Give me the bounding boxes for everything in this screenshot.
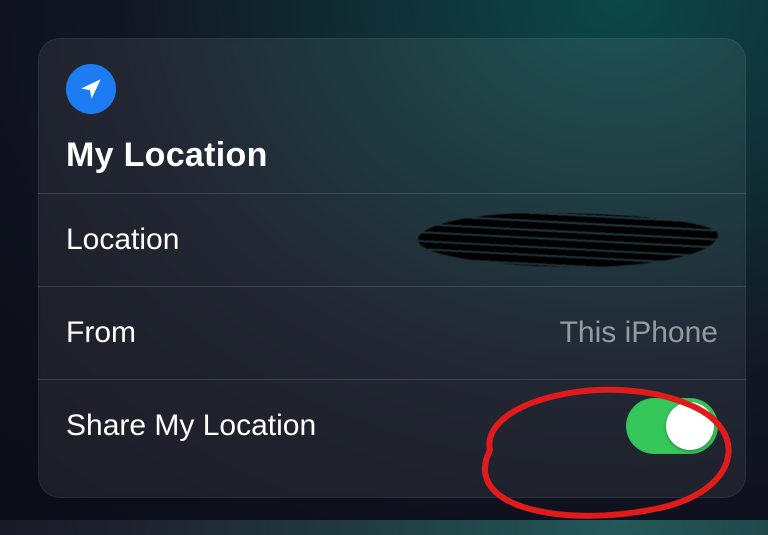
from-label: From <box>66 316 136 350</box>
location-label: Location <box>66 223 179 257</box>
location-value-redacted <box>418 213 718 267</box>
panel-title: My Location <box>66 136 718 175</box>
toggle-knob <box>666 402 714 450</box>
location-row[interactable]: Location <box>38 193 746 286</box>
panel-header: My Location <box>38 38 746 193</box>
location-arrow-icon <box>66 64 116 114</box>
share-my-location-toggle[interactable] <box>626 398 718 454</box>
from-row[interactable]: From This iPhone <box>38 286 746 379</box>
my-location-panel: My Location Location From This iPhone Sh… <box>38 38 746 498</box>
share-my-location-label: Share My Location <box>66 409 316 443</box>
from-value: This iPhone <box>560 316 718 350</box>
share-my-location-row: Share My Location <box>38 379 746 472</box>
